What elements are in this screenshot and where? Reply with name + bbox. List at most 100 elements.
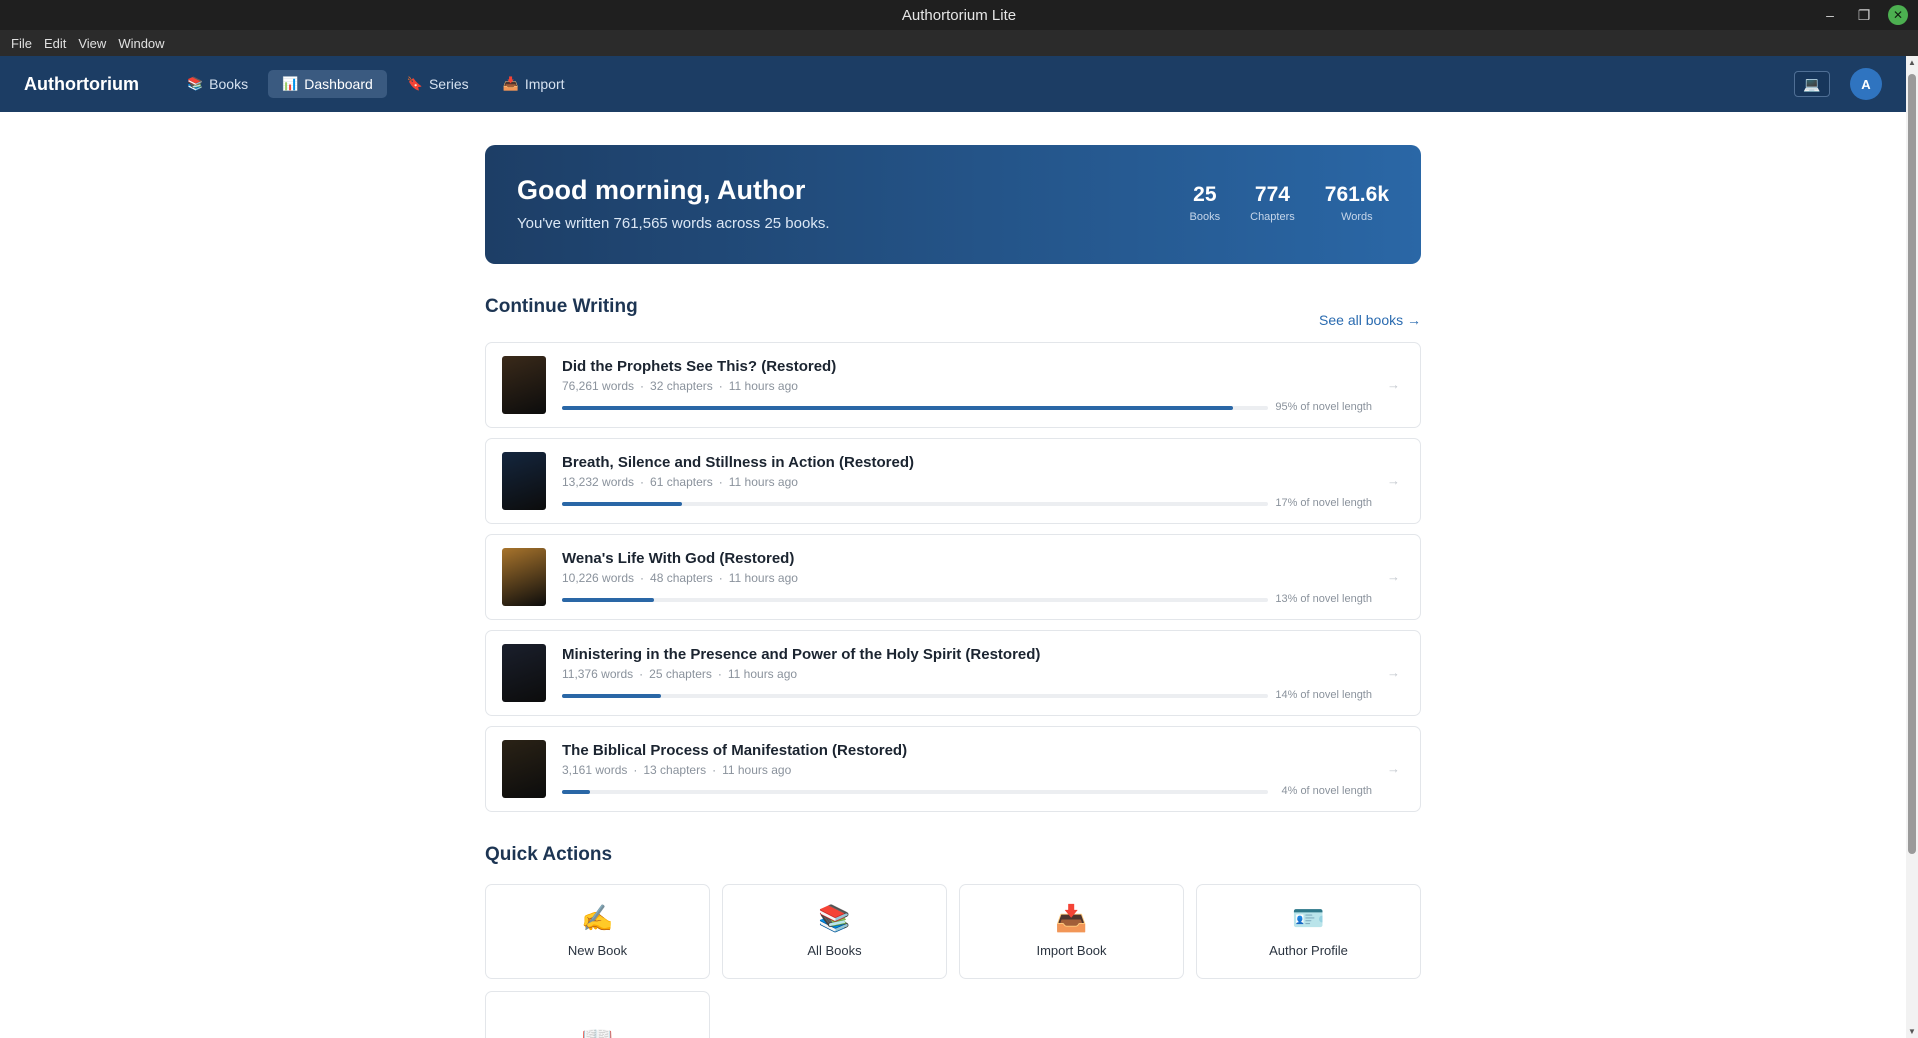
book-cover <box>502 548 546 606</box>
word-count: 10,226 words <box>562 571 635 585</box>
progress-fill <box>562 694 661 698</box>
stat-value: 761.6k <box>1324 183 1389 206</box>
avatar[interactable]: A <box>1850 68 1882 100</box>
last-updated: 11 hours ago <box>728 379 798 393</box>
book-card[interactable]: Did the Prophets See This? (Restored) 76… <box>485 342 1421 428</box>
word-count: 13,232 words <box>562 475 635 489</box>
book-title: Breath, Silence and Stillness in Action … <box>562 454 915 471</box>
action-label: Import Book <box>1036 943 1107 958</box>
last-updated: 11 hours ago <box>728 475 798 489</box>
menu-file[interactable]: File <box>6 33 37 54</box>
book-card[interactable]: Wena's Life With God (Restored) 10,226 w… <box>485 534 1421 620</box>
window-titlebar: Authortorium Lite – ❐ ✕ <box>0 0 1918 30</box>
book-meta: 76,261 words · 32 chapters · 11 hours ago <box>562 379 798 393</box>
all-books-button[interactable]: 📚 All Books <box>722 884 947 979</box>
book-cover <box>502 740 546 798</box>
arrow-right-icon: → <box>1387 569 1400 584</box>
book-card[interactable]: Ministering in the Presence and Power of… <box>485 630 1421 716</box>
book-cover <box>502 356 546 414</box>
maximize-icon[interactable]: ❐ <box>1854 5 1874 25</box>
book-title: The Biblical Process of Manifestation (R… <box>562 742 908 759</box>
stat-words: 761.6k Words <box>1325 183 1389 223</box>
page-scrollbar[interactable]: ▲ ▼ <box>1906 56 1918 1038</box>
nav-label: Books <box>209 76 249 92</box>
nav-import[interactable]: 📥 Import <box>489 70 579 98</box>
inbox-icon: 📥 <box>502 76 519 91</box>
progress-fill <box>562 406 1233 410</box>
menu-bar: File Edit View Window <box>0 30 1918 56</box>
progress-track <box>562 598 1268 602</box>
scrollbar-thumb[interactable] <box>1908 74 1916 854</box>
scroll-down-icon[interactable]: ▼ <box>1908 1027 1916 1036</box>
quick-action-card[interactable]: 📖 <box>485 991 710 1038</box>
chapter-count: 25 chapters <box>649 667 712 681</box>
open-book-icon: 📖 <box>581 1026 613 1038</box>
chapter-count: 61 chapters <box>650 475 713 489</box>
chapter-count: 13 chapters <box>643 763 707 777</box>
id-card-icon: 🪪 <box>1292 903 1325 933</box>
author-profile-button[interactable]: 🪪 Author Profile <box>1196 884 1421 979</box>
books-icon: 📚 <box>186 76 204 91</box>
last-updated: 11 hours ago <box>722 763 792 777</box>
menu-edit[interactable]: Edit <box>39 33 71 54</box>
section-title: Continue Writing <box>485 296 638 317</box>
book-card[interactable]: Breath, Silence and Stillness in Action … <box>485 438 1421 524</box>
device-view-button[interactable]: 💻 <box>1794 71 1830 97</box>
arrow-right-icon: → <box>1387 761 1400 776</box>
progress-label: 14% of novel length <box>1275 689 1372 701</box>
header-actions: 💻 A <box>1794 68 1882 100</box>
scroll-up-icon[interactable]: ▲ <box>1908 58 1916 67</box>
nav-series[interactable]: 🔖 Series <box>393 70 483 98</box>
last-updated: 11 hours ago <box>728 571 798 585</box>
book-meta: 3,161 words · 13 chapters · 11 hours ago <box>562 763 792 777</box>
nav-books[interactable]: 📚 Books <box>173 70 262 98</box>
book-meta: 13,232 words · 61 chapters · 11 hours ago <box>562 475 798 489</box>
progress-label: 17% of novel length <box>1275 497 1372 509</box>
brand-logo[interactable]: Authortorium <box>24 74 139 95</box>
progress-fill <box>562 598 654 602</box>
books-icon: 📚 <box>818 903 851 933</box>
nav-label: Series <box>428 76 469 92</box>
stat-books: 25 Books <box>1190 183 1221 223</box>
import-book-button[interactable]: 📥 Import Book <box>959 884 1184 979</box>
main-nav: 📚 Books 📊 Dashboard 🔖 Series 📥 Import <box>173 70 579 98</box>
stat-label: Books <box>1189 211 1221 223</box>
nav-label: Dashboard <box>304 76 373 92</box>
greeting-subtitle: You've written 761,565 words across 25 b… <box>517 215 830 232</box>
app-header: Authortorium 📚 Books 📊 Dashboard 🔖 Serie… <box>0 56 1906 112</box>
see-all-books-link[interactable]: See all books → <box>1319 312 1421 328</box>
greeting-title: Good morning, Author <box>517 175 806 205</box>
stat-value: 25 <box>1193 183 1217 206</box>
progress-fill <box>562 502 683 506</box>
book-card[interactable]: The Biblical Process of Manifestation (R… <box>485 726 1421 812</box>
window-title: Authortorium Lite <box>901 6 1017 24</box>
last-updated: 11 hours ago <box>727 667 798 681</box>
arrow-right-icon: → <box>1387 473 1400 488</box>
progress-label: 13% of novel length <box>1275 593 1372 605</box>
stat-label: Chapters <box>1250 211 1295 223</box>
arrow-right-icon: → <box>1387 377 1400 392</box>
book-title: Ministering in the Presence and Power of… <box>562 646 1041 663</box>
action-label: New Book <box>567 943 628 958</box>
book-meta: 10,226 words · 48 chapters · 11 hours ago <box>562 571 798 585</box>
stat-label: Words <box>1341 211 1373 223</box>
minimize-icon[interactable]: – <box>1820 5 1840 25</box>
quick-actions-title: Quick Actions <box>485 844 613 865</box>
welcome-banner: Good morning, Author You've written 761,… <box>485 145 1421 264</box>
progress-track <box>562 406 1268 410</box>
new-book-button[interactable]: ✍️ New Book <box>485 884 710 979</box>
chart-icon: 📊 <box>282 76 299 91</box>
menu-window[interactable]: Window <box>113 33 169 54</box>
book-title: Did the Prophets See This? (Restored) <box>562 358 837 375</box>
action-label: All Books <box>807 943 862 958</box>
window-controls: – ❐ ✕ <box>1820 0 1918 30</box>
book-title: Wena's Life With God (Restored) <box>562 550 795 567</box>
book-cover <box>502 644 546 702</box>
progress-label: 95% of novel length <box>1275 401 1372 413</box>
continue-writing-header: Continue Writing See all books → <box>485 296 1421 328</box>
nav-dashboard[interactable]: 📊 Dashboard <box>268 70 387 98</box>
close-icon[interactable]: ✕ <box>1888 5 1908 25</box>
word-count: 76,261 words <box>562 379 635 393</box>
menu-view[interactable]: View <box>73 33 111 54</box>
dashboard-main: Good morning, Author You've written 761,… <box>485 145 1421 1038</box>
